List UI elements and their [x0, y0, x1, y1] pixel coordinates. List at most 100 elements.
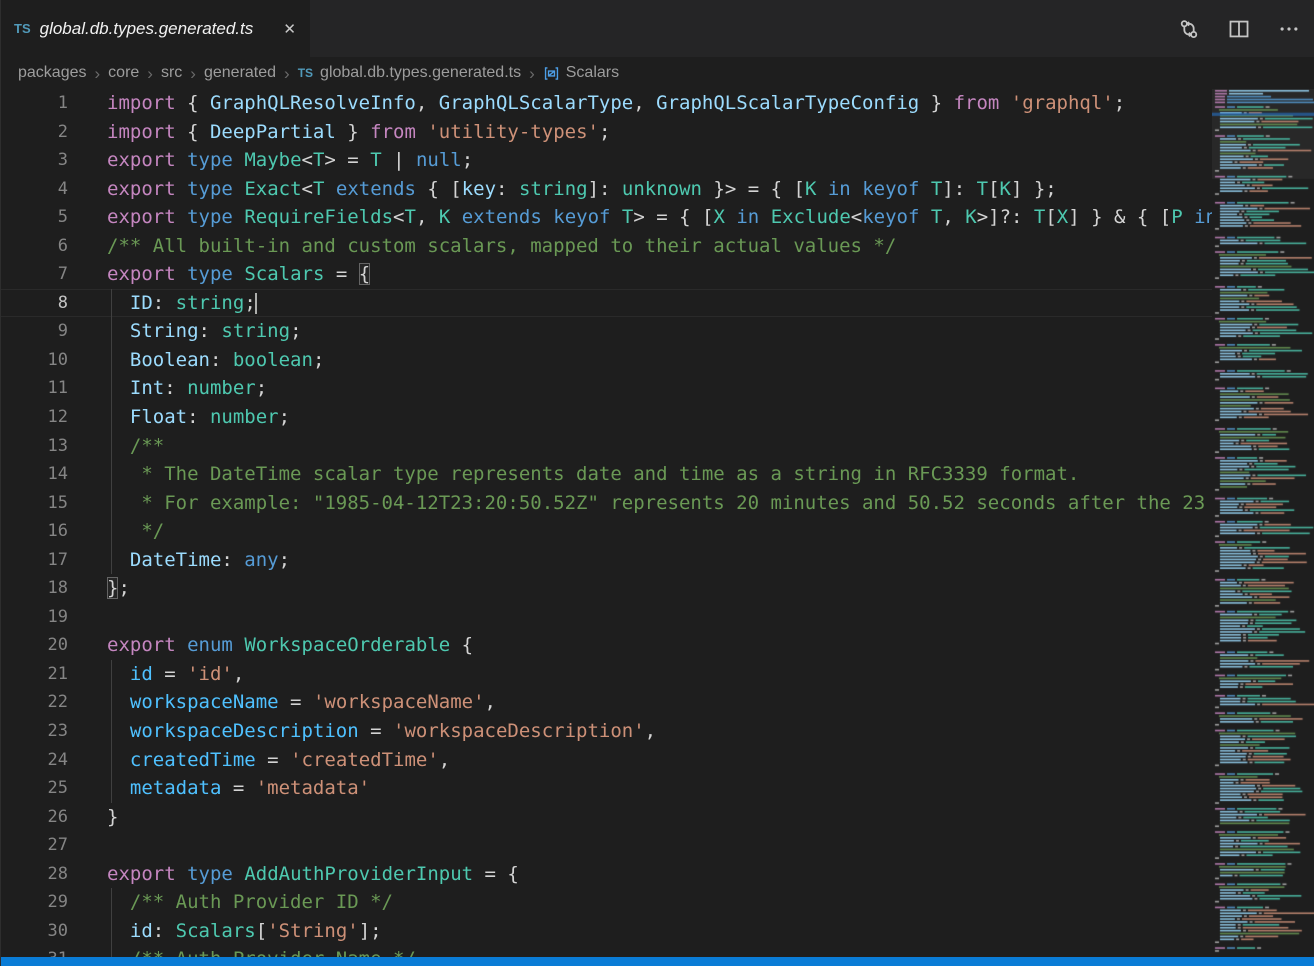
- code-line-text: Float: number;: [68, 403, 290, 432]
- status-bar[interactable]: [0, 957, 1314, 966]
- code-line-text: workspaceDescription = 'workspaceDescrip…: [68, 717, 656, 746]
- tab-global-db-types-generated-ts[interactable]: TS global.db.types.generated.ts ✕: [0, 0, 310, 57]
- more-actions-icon[interactable]: [1278, 18, 1300, 40]
- editor-actions: [1178, 0, 1300, 57]
- line-number: 8: [0, 289, 68, 318]
- code-line-text: String: string;: [68, 317, 302, 346]
- indent-guide: [111, 289, 112, 318]
- breadcrumb-item-scalars[interactable]: Scalars: [543, 64, 619, 82]
- code-line[interactable]: 15 * For example: "1985-04-12T23:20:50.5…: [0, 489, 1212, 518]
- code-line[interactable]: 4export type Exact<T extends { [key: str…: [0, 175, 1212, 204]
- breadcrumb-label: core: [108, 64, 139, 82]
- indent-guide: [111, 888, 112, 917]
- code-line[interactable]: 11 Int: number;: [0, 374, 1212, 403]
- line-number: 13: [0, 432, 68, 461]
- code-line[interactable]: 2import { DeepPartial } from 'utility-ty…: [0, 118, 1212, 147]
- indent-guide: [111, 660, 112, 689]
- code-line[interactable]: 5export type RequireFields<T, K extends …: [0, 203, 1212, 232]
- code-line-text: * For example: "1985-04-12T23:20:50.52Z"…: [68, 489, 1205, 518]
- code-line[interactable]: 21 id = 'id',: [0, 660, 1212, 689]
- code-line[interactable]: 8 ID: string;: [0, 289, 1212, 318]
- line-number: 23: [0, 717, 68, 746]
- code-line-text: [68, 831, 107, 860]
- code-line[interactable]: 9 String: string;: [0, 317, 1212, 346]
- code-line-text: */: [68, 517, 164, 546]
- breadcrumb-item-core[interactable]: core: [108, 64, 139, 82]
- line-number: 6: [0, 232, 68, 261]
- code-line[interactable]: 13 /**: [0, 432, 1212, 461]
- code-line-text: export type Scalars = {: [68, 260, 370, 289]
- tab-title: global.db.types.generated.ts: [40, 19, 270, 39]
- window-left-border: [0, 0, 1, 966]
- breadcrumb-separator-icon: ›: [284, 65, 290, 82]
- breadcrumb-label: src: [161, 64, 182, 82]
- indent-guide: [111, 517, 112, 546]
- line-number: 2: [0, 118, 68, 147]
- line-number: 26: [0, 803, 68, 832]
- code-line[interactable]: 17 DateTime: any;: [0, 546, 1212, 575]
- code-line-text: metadata = 'metadata': [68, 774, 370, 803]
- code-line[interactable]: 27: [0, 831, 1212, 860]
- code-line-text: id: Scalars['String'];: [68, 917, 382, 946]
- line-number: 27: [0, 831, 68, 860]
- minimap[interactable]: [1212, 89, 1314, 957]
- code-editor[interactable]: 1import { GraphQLResolveInfo, GraphQLSca…: [0, 89, 1212, 957]
- indent-guide: [111, 317, 112, 346]
- line-number: 16: [0, 517, 68, 546]
- code-line-text: DateTime: any;: [68, 546, 290, 575]
- code-line[interactable]: 29 /** Auth Provider ID */: [0, 888, 1212, 917]
- line-number: 1: [0, 89, 68, 118]
- indent-guide: [111, 489, 112, 518]
- line-number: 28: [0, 860, 68, 889]
- code-line[interactable]: 28export type AddAuthProviderInput = {: [0, 860, 1212, 889]
- breadcrumb-item-packages[interactable]: packages: [18, 64, 87, 82]
- line-number: 31: [0, 945, 68, 957]
- typescript-file-icon: TS: [298, 66, 313, 80]
- indent-guide: [111, 717, 112, 746]
- code-line[interactable]: 24 createdTime = 'createdTime',: [0, 746, 1212, 775]
- code-line[interactable]: 14 * The DateTime scalar type represents…: [0, 460, 1212, 489]
- line-number: 18: [0, 574, 68, 603]
- code-line[interactable]: 3export type Maybe<T> = T | null;: [0, 146, 1212, 175]
- code-line[interactable]: 31 /** Auth Provider Name */: [0, 945, 1212, 957]
- line-number: 25: [0, 774, 68, 803]
- code-line[interactable]: 23 workspaceDescription = 'workspaceDesc…: [0, 717, 1212, 746]
- breadcrumb-separator-icon: ›: [529, 65, 535, 82]
- code-line-text: export type Exact<T extends { [key: stri…: [68, 175, 1057, 204]
- code-line[interactable]: 16 */: [0, 517, 1212, 546]
- code-line[interactable]: 1import { GraphQLResolveInfo, GraphQLSca…: [0, 89, 1212, 118]
- code-line[interactable]: 26}: [0, 803, 1212, 832]
- code-line-text: /** Auth Provider Name */: [68, 945, 416, 957]
- breadcrumb-item-generated[interactable]: generated: [204, 64, 276, 82]
- open-changes-icon[interactable]: [1178, 18, 1200, 40]
- code-line[interactable]: 25 metadata = 'metadata': [0, 774, 1212, 803]
- line-number: 9: [0, 317, 68, 346]
- line-number: 14: [0, 460, 68, 489]
- indent-guide: [111, 546, 112, 575]
- line-number: 15: [0, 489, 68, 518]
- code-line[interactable]: 19: [0, 603, 1212, 632]
- code-line[interactable]: 10 Boolean: boolean;: [0, 346, 1212, 375]
- split-editor-icon[interactable]: [1228, 18, 1250, 40]
- code-line[interactable]: 30 id: Scalars['String'];: [0, 917, 1212, 946]
- code-line[interactable]: 12 Float: number;: [0, 403, 1212, 432]
- code-line[interactable]: 20export enum WorkspaceOrderable {: [0, 631, 1212, 660]
- line-number: 10: [0, 346, 68, 375]
- code-line-text: ID: string;: [68, 289, 257, 318]
- code-line[interactable]: 6/** All built-in and custom scalars, ma…: [0, 232, 1212, 261]
- code-line[interactable]: 7export type Scalars = {: [0, 260, 1212, 289]
- breadcrumb-separator-icon: ›: [190, 65, 196, 82]
- text-cursor: [255, 293, 257, 314]
- indent-guide: [111, 688, 112, 717]
- code-line[interactable]: 18};: [0, 574, 1212, 603]
- breadcrumb-item-src[interactable]: src: [161, 64, 182, 82]
- breadcrumb-label: global.db.types.generated.ts: [320, 64, 521, 82]
- editor-tab-bar: TS global.db.types.generated.ts ✕: [0, 0, 1314, 57]
- code-line-text: export type AddAuthProviderInput = {: [68, 860, 519, 889]
- indent-guide: [111, 346, 112, 375]
- close-tab-icon[interactable]: ✕: [279, 18, 300, 40]
- code-line-text: import { DeepPartial } from 'utility-typ…: [68, 118, 610, 147]
- code-line[interactable]: 22 workspaceName = 'workspaceName',: [0, 688, 1212, 717]
- breadcrumb-item-global-db-types-generated-ts[interactable]: TS global.db.types.generated.ts: [298, 64, 521, 82]
- line-number: 3: [0, 146, 68, 175]
